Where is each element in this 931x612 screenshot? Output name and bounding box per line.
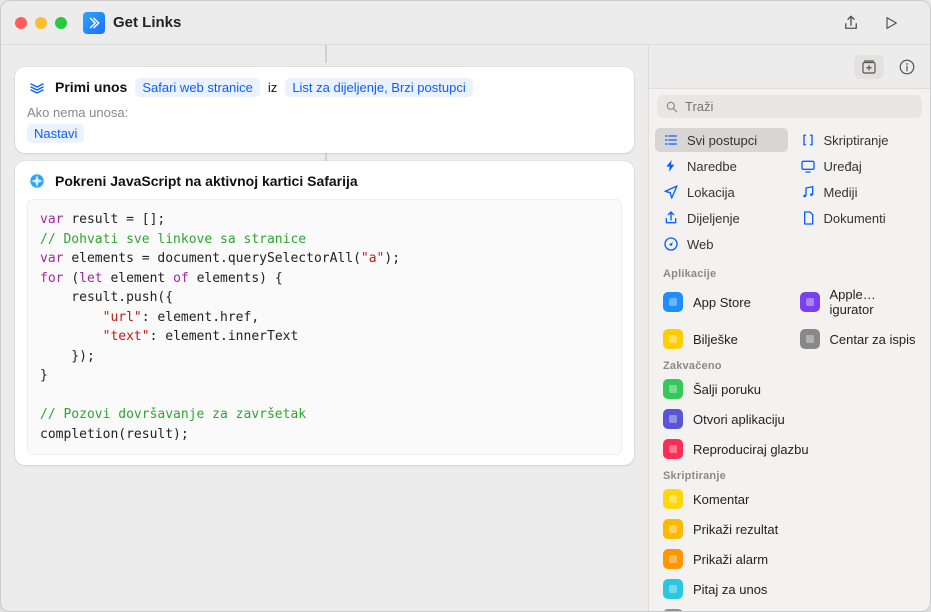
library-sidebar: Svi postupciSkriptiranjeNaredbeUređajLok… (648, 45, 930, 611)
app-item[interactable]: Bilješke (655, 324, 788, 354)
search-field[interactable] (657, 95, 922, 118)
category-dijeljenje[interactable]: Dijeljenje (655, 206, 788, 230)
apps-section-title: Aplikacije (649, 262, 930, 282)
javascript-code-editor[interactable]: var result = []; // Dohvati sve linkove … (27, 199, 622, 455)
zoom-window-button[interactable] (55, 17, 67, 29)
category-web[interactable]: Web (655, 232, 788, 256)
window-title: Get Links (113, 14, 181, 31)
scripting-item[interactable]: Pitaj za unos (655, 574, 924, 604)
action-icon (663, 519, 683, 539)
scripting-item[interactable]: Izbroji (655, 604, 924, 611)
noinput-value-token[interactable]: Nastavi (27, 124, 84, 143)
library-toggle-button[interactable] (854, 55, 884, 79)
category-grid: Svi postupciSkriptiranjeNaredbeUređajLok… (649, 124, 930, 262)
input-action-title: Primi unos (55, 79, 127, 95)
close-window-button[interactable] (15, 17, 27, 29)
scripting-list: KomentarPrikaži rezultatPrikaži alarmPit… (649, 484, 930, 611)
brackets-icon (800, 132, 816, 148)
input-from-label: iz (268, 80, 277, 95)
category-dokumenti[interactable]: Dokumenti (792, 206, 925, 230)
bolt-icon (663, 158, 679, 174)
nav-icon (663, 184, 679, 200)
action-icon (663, 609, 683, 611)
apps-list: App StoreApple…iguratorBilješkeCentar za… (649, 282, 930, 354)
action-icon (663, 439, 683, 459)
scripting-item[interactable]: Prikaži rezultat (655, 514, 924, 544)
category-skriptiranje[interactable]: Skriptiranje (792, 128, 925, 152)
app-item[interactable]: Centar za ispis (792, 324, 925, 354)
titlebar: Get Links (1, 1, 930, 45)
share-icon (663, 210, 679, 226)
action-icon (800, 329, 820, 349)
compass-icon (663, 236, 679, 252)
list-icon (663, 132, 679, 148)
action-icon (800, 292, 820, 312)
scripting-section-title: Skriptiranje (649, 464, 930, 484)
action-icon (663, 292, 683, 312)
pinned-item[interactable]: Šalji poruku (655, 374, 924, 404)
music-icon (800, 184, 816, 200)
monitor-icon (800, 158, 816, 174)
category-mediji[interactable]: Mediji (792, 180, 925, 204)
javascript-action-card[interactable]: Pokreni JavaScript na aktivnoj kartici S… (15, 161, 634, 465)
scripting-item[interactable]: Prikaži alarm (655, 544, 924, 574)
safari-icon (27, 171, 47, 191)
shortcuts-window: Get Links Primi unos Safari web stranice (0, 0, 931, 612)
window-controls (15, 17, 67, 29)
action-icon (663, 379, 683, 399)
pinned-item[interactable]: Otvori aplikaciju (655, 404, 924, 434)
pinned-list: Šalji porukuOtvori aplikacijuReproducira… (649, 374, 930, 464)
input-type-token[interactable]: Safari web stranice (135, 78, 260, 97)
input-action-icon (27, 77, 47, 97)
action-icon (663, 329, 683, 349)
category-naredbe[interactable]: Naredbe (655, 154, 788, 178)
action-icon (663, 549, 683, 569)
javascript-action-title: Pokreni JavaScript na aktivnoj kartici S… (55, 173, 358, 189)
share-button[interactable] (840, 12, 862, 34)
workflow-canvas[interactable]: Primi unos Safari web stranice iz List z… (1, 45, 648, 611)
action-icon (663, 579, 683, 599)
info-button[interactable] (896, 56, 918, 78)
app-item[interactable]: App Store (655, 282, 788, 322)
category-uređaj[interactable]: Uređaj (792, 154, 925, 178)
category-lokacija[interactable]: Lokacija (655, 180, 788, 204)
connector-line (325, 45, 327, 63)
shortcut-icon (83, 12, 105, 34)
doc-icon (800, 210, 816, 226)
pinned-item[interactable]: Reproduciraj glazbu (655, 434, 924, 464)
action-icon (663, 409, 683, 429)
search-icon (665, 100, 679, 114)
category-svi-postupci[interactable]: Svi postupci (655, 128, 788, 152)
action-icon (663, 489, 683, 509)
search-input[interactable] (685, 99, 914, 114)
app-item[interactable]: Apple…igurator (792, 282, 925, 322)
input-action-card[interactable]: Primi unos Safari web stranice iz List z… (15, 67, 634, 153)
scripting-item[interactable]: Komentar (655, 484, 924, 514)
run-button[interactable] (880, 12, 902, 34)
pinned-section-title: Zakvačeno (649, 354, 930, 374)
minimize-window-button[interactable] (35, 17, 47, 29)
noinput-label: Ako nema unosa: (27, 105, 128, 120)
input-source-token[interactable]: List za dijeljenje, Brzi postupci (285, 78, 472, 97)
